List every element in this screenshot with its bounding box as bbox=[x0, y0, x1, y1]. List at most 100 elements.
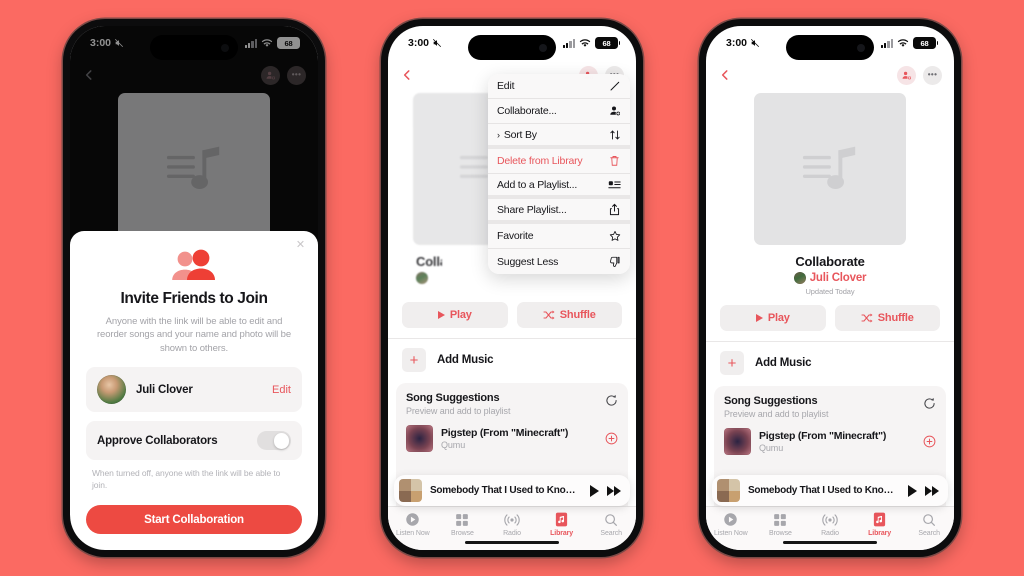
home-indicator[interactable] bbox=[783, 540, 877, 544]
sort-arrows-icon bbox=[608, 128, 621, 141]
list-item[interactable]: Pigstep (From "Minecraft") Qumu bbox=[406, 424, 618, 452]
approve-collaborators-toggle[interactable] bbox=[257, 431, 291, 451]
back-chevron-icon[interactable] bbox=[400, 68, 414, 82]
collaborate-button[interactable] bbox=[897, 65, 916, 85]
home-indicator[interactable] bbox=[465, 540, 559, 544]
radio-broadcast-icon bbox=[504, 511, 520, 528]
share-icon bbox=[608, 203, 621, 216]
playback-buttons: Play Shuffle bbox=[388, 284, 636, 328]
now-playing-bar[interactable]: Somebody That I Used to Know (... bbox=[394, 475, 630, 506]
plus-icon: + bbox=[720, 351, 744, 375]
song-artwork bbox=[406, 424, 433, 452]
now-playing-title: Somebody That I Used to Know (... bbox=[430, 485, 582, 496]
play-button[interactable]: Play bbox=[402, 302, 508, 328]
fast-forward-icon[interactable] bbox=[925, 485, 939, 496]
close-icon[interactable]: ✕ bbox=[295, 239, 306, 251]
phone-right-playlist: 3:00 68 ••• Collaborate Juli Clover Upda… bbox=[699, 19, 961, 557]
nav-bar: ••• bbox=[706, 60, 954, 90]
suggestions-subtitle: Preview and add to playlist bbox=[406, 405, 511, 416]
radio-broadcast-icon bbox=[822, 511, 838, 528]
menu-item-label: Share Playlist... bbox=[497, 203, 567, 216]
menu-item-label: Edit bbox=[497, 80, 515, 92]
star-icon bbox=[608, 230, 621, 243]
menu-item-label: Delete from Library bbox=[497, 155, 583, 167]
play-icon[interactable] bbox=[908, 484, 917, 497]
artwork-wrapper bbox=[706, 90, 954, 245]
add-music-row[interactable]: + Add Music bbox=[388, 339, 636, 381]
add-music-row[interactable]: + Add Music bbox=[706, 342, 954, 384]
menu-item-share-playlist[interactable]: Share Playlist... bbox=[488, 199, 630, 224]
playlist-placeholder-icon bbox=[802, 146, 856, 189]
menu-item-delete-from-library[interactable]: Delete from Library bbox=[488, 149, 630, 174]
screen-middle: 3:00 68 Coll Play Shuffle + Add Music So… bbox=[388, 26, 636, 550]
cellular-signal-icon bbox=[562, 38, 575, 48]
edit-button[interactable]: Edit bbox=[272, 384, 291, 396]
play-label: Play bbox=[767, 312, 790, 324]
tab-listen-now[interactable]: Listen Now bbox=[706, 511, 756, 537]
now-playing-title: Somebody That I Used to Know (... bbox=[748, 485, 900, 496]
song-name: Pigstep (From "Minecraft") bbox=[441, 426, 569, 439]
tab-radio[interactable]: Radio bbox=[487, 511, 537, 537]
more-options-button[interactable]: ••• bbox=[923, 65, 942, 85]
fast-forward-icon[interactable] bbox=[607, 485, 621, 496]
tab-search[interactable]: Search bbox=[904, 511, 954, 537]
now-playing-artwork bbox=[717, 479, 740, 502]
owner-name: Juli Clover bbox=[809, 272, 867, 284]
shuffle-label: Shuffle bbox=[877, 312, 914, 324]
play-label: Play bbox=[449, 309, 472, 321]
cellular-signal-icon bbox=[880, 38, 893, 48]
sheet-description: Anyone with the link will be able to edi… bbox=[96, 315, 292, 354]
collaborator-row[interactable]: Juli Clover Edit bbox=[86, 367, 302, 413]
list-item[interactable]: Pigstep (From "Minecraft") Qumu bbox=[724, 427, 936, 455]
play-button[interactable]: Play bbox=[720, 305, 826, 331]
menu-item-label: Favorite bbox=[497, 230, 534, 242]
refresh-icon[interactable] bbox=[923, 397, 936, 410]
playlist-owner[interactable]: Juli Clover bbox=[706, 272, 954, 284]
plus-circle-icon[interactable] bbox=[923, 435, 936, 448]
tab-radio[interactable]: Radio bbox=[805, 511, 855, 537]
tab-browse[interactable]: Browse bbox=[438, 511, 488, 537]
start-collaboration-button[interactable]: Start Collaboration bbox=[86, 505, 302, 534]
menu-item-collaborate[interactable]: Collaborate... bbox=[488, 99, 630, 124]
menu-item-favorite[interactable]: Favorite bbox=[488, 224, 630, 249]
tab-browse[interactable]: Browse bbox=[756, 511, 806, 537]
tab-search[interactable]: Search bbox=[586, 511, 636, 537]
owner-avatar bbox=[416, 272, 428, 284]
plus-circle-icon[interactable] bbox=[605, 432, 618, 445]
tab-library[interactable]: Library bbox=[537, 511, 587, 537]
search-icon bbox=[922, 511, 936, 528]
screen-right: 3:00 68 ••• Collaborate Juli Clover Upda… bbox=[706, 26, 954, 550]
screen-left: 3:00 68 ••• ✕ Invite Friends to Join Any… bbox=[70, 26, 318, 550]
menu-item-sort-by[interactable]: › Sort By bbox=[488, 124, 630, 149]
invite-friends-sheet: ✕ Invite Friends to Join Anyone with the… bbox=[70, 230, 318, 550]
add-to-playlist-icon bbox=[608, 178, 621, 191]
playlist-meta: Collaborate Juli Clover Updated Today bbox=[706, 245, 954, 296]
listen-now-icon bbox=[723, 511, 738, 528]
tab-library[interactable]: Library bbox=[855, 511, 905, 537]
shuffle-icon bbox=[861, 313, 873, 323]
tab-listen-now[interactable]: Listen Now bbox=[388, 511, 438, 537]
add-person-icon bbox=[608, 105, 621, 118]
tab-label: Search bbox=[600, 530, 622, 537]
now-playing-bar[interactable]: Somebody That I Used to Know (... bbox=[712, 475, 948, 506]
dynamic-island bbox=[468, 35, 556, 60]
listen-now-icon bbox=[405, 511, 420, 528]
menu-item-add-to-playlist[interactable]: Add to a Playlist... bbox=[488, 174, 630, 199]
song-artist: Qumu bbox=[441, 439, 466, 450]
back-chevron-icon[interactable] bbox=[718, 68, 732, 82]
mute-icon bbox=[750, 38, 760, 48]
approve-note: When turned off, anyone with the link wi… bbox=[92, 468, 281, 491]
menu-item-edit[interactable]: Edit bbox=[488, 74, 630, 99]
play-icon[interactable] bbox=[590, 484, 599, 497]
suggestions-title: Song Suggestions bbox=[406, 392, 500, 404]
refresh-icon[interactable] bbox=[605, 394, 618, 407]
browse-grid-icon bbox=[773, 511, 787, 528]
status-time: 3:00 bbox=[726, 37, 748, 49]
search-icon bbox=[604, 511, 618, 528]
owner-avatar bbox=[793, 272, 806, 284]
shuffle-button[interactable]: Shuffle bbox=[516, 302, 622, 328]
mute-icon bbox=[432, 38, 442, 48]
shuffle-button[interactable]: Shuffle bbox=[834, 305, 940, 331]
menu-item-suggest-less[interactable]: Suggest Less bbox=[488, 249, 630, 274]
tab-label: Listen Now bbox=[713, 530, 748, 537]
